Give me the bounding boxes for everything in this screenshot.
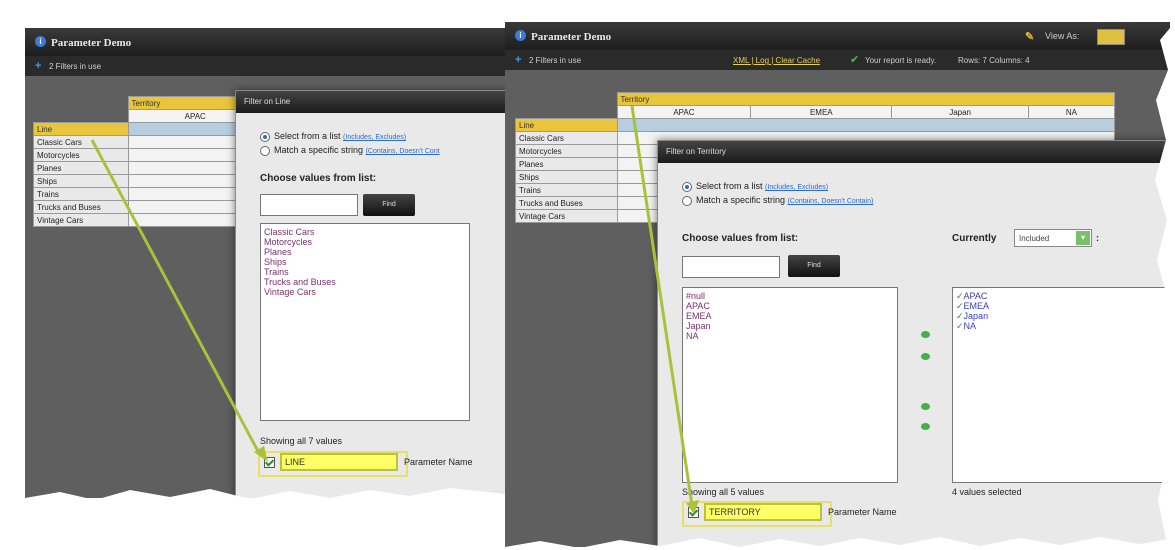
arrow-line-right xyxy=(630,105,694,506)
arrow-head-right xyxy=(686,500,699,514)
torn-bottom-edge-left xyxy=(0,488,505,550)
torn-bottom-edge-right xyxy=(505,537,1175,550)
arrow-line-left xyxy=(90,139,262,456)
torn-right-edge xyxy=(1155,22,1175,550)
annotation-overlay xyxy=(0,22,1175,550)
